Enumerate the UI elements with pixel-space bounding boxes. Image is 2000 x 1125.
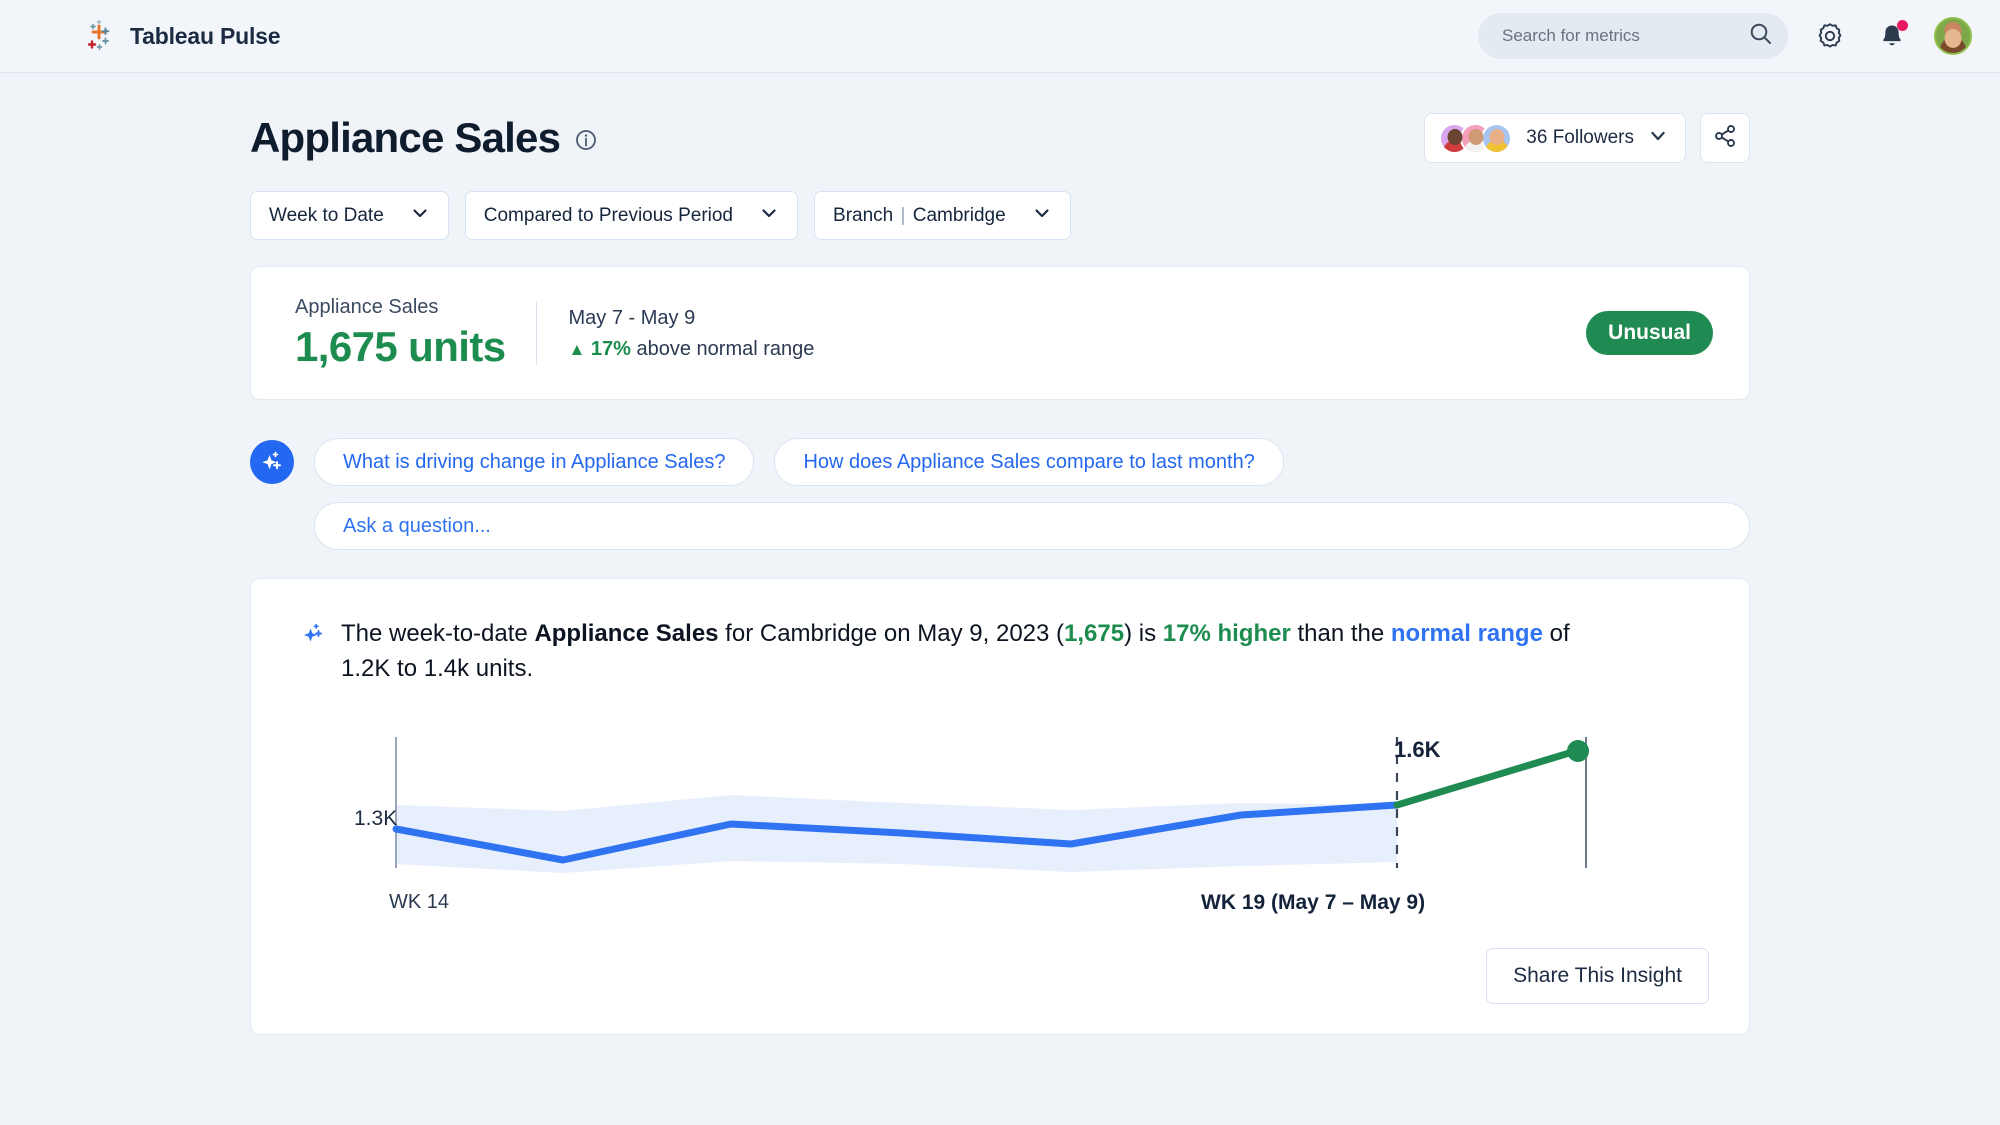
filter-comparison[interactable]: Compared to Previous Period [464,191,799,240]
followers-button[interactable]: 36 Followers [1424,113,1686,163]
divider [535,301,537,365]
metric-value: 1,675 units [295,322,506,370]
data-point-marker[interactable] [1567,739,1589,762]
x-axis-tick-label-end: WK 19 (May 7 – May 9) [1201,890,1426,914]
metric-delta: ▲ 17% above normal range [569,338,815,361]
metric-meta: May 7 - May 9 ▲ 17% above normal range [569,305,815,361]
insight-fragment-0: The week-to-date [341,620,535,647]
insight-footer: Share This Insight [301,947,1709,1004]
insight-fragment-4: ) is [1124,620,1163,647]
data-point-label: 1.6K [1394,736,1441,762]
metric-left: Appliance Sales 1,675 units May 7 - May … [295,296,814,371]
share-insight-button[interactable]: Share This Insight [1486,947,1709,1004]
insight-fragment-5: 17% higher [1162,620,1291,647]
brand[interactable]: Tableau Pulse [82,19,281,53]
metric-name: Appliance Sales [295,295,439,318]
delta-value: 17% [590,338,631,360]
search-box[interactable] [1478,13,1788,59]
bell-icon[interactable] [1872,16,1912,56]
ask-question-row [250,502,1750,550]
filter-label: Week to Date [269,204,384,226]
chevron-down-icon [410,203,430,228]
suggested-question-1[interactable]: What is driving change in Appliance Sale… [314,438,755,486]
search-icon[interactable] [1748,21,1774,52]
filter-bar: Week to Date Compared to Previous Period… [250,191,1750,240]
insight-card: The week-to-date Appliance Sales for Cam… [250,578,1750,1035]
followers-label: 36 Followers [1526,127,1634,148]
filter-value: Cambridge [912,204,1006,226]
page-body: Appliance Sales 36 Followers Week to Dat… [0,73,2000,1035]
avatar [1481,122,1513,154]
ask-question-box[interactable] [314,502,1750,550]
notification-badge [1897,20,1908,31]
insight-fragment-2: for Cambridge on May 9, 2023 ( [718,620,1065,647]
insight-fragment-6: than the [1290,620,1391,647]
suggested-questions-row: What is driving change in Appliance Sale… [250,438,1750,486]
info-icon[interactable] [574,128,598,157]
delta-text: above normal range [636,338,815,360]
topbar-actions [1478,13,1972,59]
gear-icon[interactable] [1810,16,1850,56]
metric-summary-card[interactable]: Appliance Sales 1,675 units May 7 - May … [250,266,1750,400]
insight-fragment-3: 1,675 [1064,620,1125,647]
page-title: Appliance Sales [250,114,561,161]
share-button[interactable] [1700,113,1750,163]
filter-separator: | [900,204,906,226]
search-input[interactable] [1502,26,1740,46]
chevron-down-icon [1032,203,1052,228]
filter-label: Compared to Previous Period [483,204,734,226]
insight-sentence: The week-to-date Appliance Sales for Cam… [341,617,1571,687]
insight-text: The week-to-date Appliance Sales for Cam… [301,617,1571,687]
metric-value-block: Appliance Sales 1,675 units [295,296,506,371]
chevron-down-icon [759,203,779,228]
header-actions: 36 Followers [1424,113,1750,163]
sparkle-icon [301,617,327,687]
ask-question-input[interactable] [343,514,1721,538]
sparkle-icon[interactable] [250,440,294,484]
share-icon [1712,123,1738,154]
chevron-down-icon [1648,126,1668,151]
tableau-pulse-logo-icon [82,19,116,53]
filter-dimension: Branch [833,204,894,226]
brand-name: Tableau Pulse [130,22,281,49]
chart-svg [392,736,1589,873]
page-header: Appliance Sales 36 Followers [250,109,1750,167]
x-axis-tick-label-start: WK 14 [389,890,450,913]
insight-fragment-7: normal range [1390,620,1543,647]
y-axis-tick-label: 1.3K [354,806,398,830]
filter-time-range[interactable]: Week to Date [250,191,449,240]
trend-up-icon: ▲ [568,340,586,359]
insight-fragment-1: Appliance Sales [534,620,719,647]
filter-branch[interactable]: Branch | Cambridge [814,191,1071,240]
follower-avatars [1439,122,1513,154]
status-badge: Unusual [1586,311,1713,355]
insight-chart[interactable]: 1.3K WK 14 WK 19 (May 7 – May 9) 1.6K [301,725,1709,930]
suggested-question-2[interactable]: How does Appliance Sales compare to last… [774,438,1284,486]
user-avatar[interactable] [1934,17,1972,55]
metric-date-range: May 7 - May 9 [568,307,696,329]
top-navigation-bar: Tableau Pulse [0,0,2000,73]
